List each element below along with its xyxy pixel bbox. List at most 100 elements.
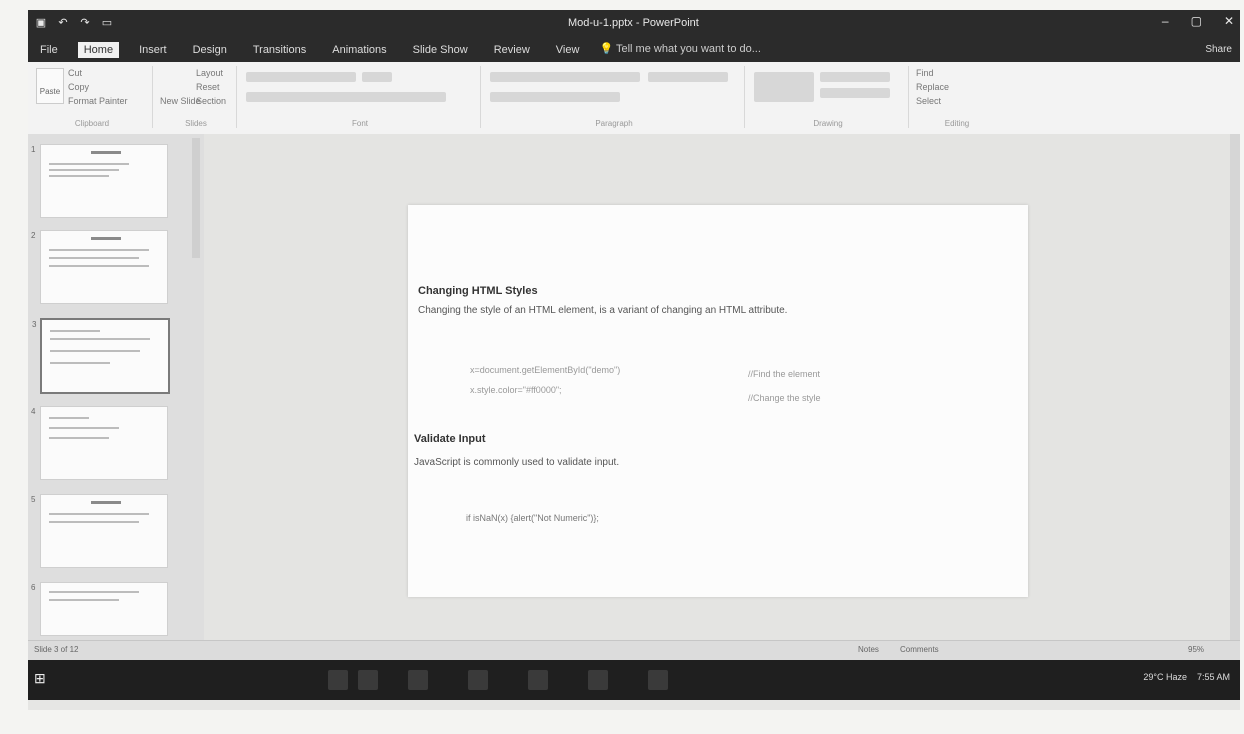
app-icon[interactable] xyxy=(648,670,668,690)
find-button[interactable]: Find xyxy=(916,68,934,78)
paste-button[interactable]: Paste xyxy=(36,68,64,104)
list-buttons[interactable] xyxy=(490,72,640,82)
tab-home[interactable]: Home xyxy=(77,42,120,58)
select-button[interactable]: Select xyxy=(916,96,941,106)
group-paragraph: Paragraph xyxy=(484,66,745,128)
tab-review[interactable]: Review xyxy=(488,42,536,58)
cut-button[interactable]: Cut xyxy=(68,68,82,78)
ribbon: Paste Cut Copy Format Painter Clipboard … xyxy=(28,62,1240,135)
slide-thumbnail-1[interactable]: 1 xyxy=(31,144,168,218)
thumb-line xyxy=(50,338,150,340)
powerpoint-icon[interactable] xyxy=(588,670,608,690)
thumb-title xyxy=(91,501,121,504)
font-size-box[interactable] xyxy=(362,72,392,82)
slide-number: 3 xyxy=(32,320,37,329)
replace-button[interactable]: Replace xyxy=(916,82,949,92)
slide-info: Slide 3 of 12 xyxy=(34,645,79,654)
save-icon[interactable]: ▣ xyxy=(34,15,48,29)
vertical-scrollbar[interactable] xyxy=(1230,134,1240,654)
code-line-3: if isNaN(x) {alert("Not Numeric")}; xyxy=(466,513,599,523)
shapes-gallery[interactable] xyxy=(754,72,814,102)
slide-thumbnails-panel: 1 2 3 4 5 6 xyxy=(28,134,205,640)
present-icon[interactable]: ▭ xyxy=(100,15,114,29)
font-format-buttons[interactable] xyxy=(246,92,446,102)
heading-changing-styles: Changing HTML Styles xyxy=(418,285,538,297)
slide-canvas[interactable]: Changing HTML Styles Changing the style … xyxy=(408,205,1028,597)
slide-thumbnail-6[interactable]: 6 xyxy=(31,582,168,636)
user-area: Share xyxy=(1205,44,1232,55)
font-name-box[interactable] xyxy=(246,72,356,82)
slide-number: 6 xyxy=(31,583,36,592)
notes-button[interactable]: Notes xyxy=(858,645,879,654)
thumb-line xyxy=(49,427,119,429)
shape-outline[interactable] xyxy=(820,88,890,98)
group-label-slides: Slides xyxy=(185,119,207,128)
tell-me-text: Tell me what you want to do... xyxy=(616,43,761,55)
slide-thumbnail-5[interactable]: 5 xyxy=(31,494,168,568)
minimize-icon[interactable]: – xyxy=(1162,14,1169,28)
ribbon-tabs-bar: File Home Insert Design Transitions Anim… xyxy=(28,38,1240,62)
tab-file[interactable]: File xyxy=(34,42,64,58)
group-font: Font xyxy=(240,66,481,128)
thumb-line xyxy=(49,249,149,251)
weather-status[interactable]: 29°C Haze xyxy=(1143,672,1187,682)
code-line-2: x.style.color="#ff0000"; xyxy=(470,385,562,395)
reset-button[interactable]: Reset xyxy=(196,82,220,92)
windows-start-icon[interactable]: ⊞ xyxy=(34,670,54,690)
tab-transitions[interactable]: Transitions xyxy=(247,42,312,58)
section-button[interactable]: Section xyxy=(196,96,226,106)
shape-fill[interactable] xyxy=(820,72,890,82)
group-label-font: Font xyxy=(351,119,368,128)
close-icon[interactable]: ✕ xyxy=(1224,14,1234,28)
thumb-line xyxy=(49,163,129,165)
file-explorer-icon[interactable] xyxy=(408,670,428,690)
slide-number: 4 xyxy=(31,407,36,416)
copy-button[interactable]: Copy xyxy=(68,82,89,92)
tab-design[interactable]: Design xyxy=(187,42,233,58)
task-view-icon[interactable] xyxy=(358,670,378,690)
maximize-icon[interactable]: ▢ xyxy=(1191,14,1202,28)
status-bar: Slide 3 of 12 Notes Comments 95% xyxy=(28,640,1240,661)
slide-thumbnail-4[interactable]: 4 xyxy=(31,406,168,480)
slide-number: 1 xyxy=(31,145,36,154)
undo-icon[interactable]: ↶ xyxy=(56,15,70,29)
system-tray: 29°C Haze 7:55 AM xyxy=(1143,672,1230,682)
slide-number: 5 xyxy=(31,495,36,504)
thumbnails-scrollbar[interactable] xyxy=(192,138,200,258)
slide-thumbnail-2[interactable]: 2 xyxy=(31,230,168,304)
code-comment-2: //Change the style xyxy=(748,393,821,403)
thumb-line xyxy=(49,513,149,515)
tab-view[interactable]: View xyxy=(550,42,586,58)
align-buttons[interactable] xyxy=(490,92,620,102)
group-label-drawing: Drawing xyxy=(813,119,843,128)
thumb-line xyxy=(49,169,119,171)
tab-slide-show[interactable]: Slide Show xyxy=(407,42,474,58)
quick-access-toolbar: ▣ ↶ ↷ ▭ xyxy=(34,15,114,29)
text-validate-input: JavaScript is commonly used to validate … xyxy=(414,457,620,468)
thumb-line xyxy=(49,521,139,523)
share-button[interactable]: Share xyxy=(1205,44,1232,55)
slide-thumbnail-3[interactable]: 3 xyxy=(32,318,170,394)
tell-me-box[interactable]: 💡 Tell me what you want to do... xyxy=(599,42,760,58)
group-slides: New Slide Layout Reset Section Slides xyxy=(156,66,237,128)
new-slide-button[interactable]: New Slide xyxy=(160,96,201,106)
slide-number: 2 xyxy=(31,231,36,240)
format-painter-button[interactable]: Format Painter xyxy=(68,96,128,106)
thumb-line xyxy=(49,257,139,259)
window-controls: – ▢ ✕ xyxy=(1162,14,1234,28)
clock[interactable]: 7:55 AM xyxy=(1197,672,1230,682)
zoom-level[interactable]: 95% xyxy=(1188,645,1204,654)
thumb-line xyxy=(49,599,119,601)
comments-button[interactable]: Comments xyxy=(900,645,939,654)
thumb-line xyxy=(49,265,149,267)
tab-animations[interactable]: Animations xyxy=(326,42,392,58)
layout-button[interactable]: Layout xyxy=(196,68,223,78)
text-direction[interactable] xyxy=(648,72,728,82)
thumb-line xyxy=(49,591,139,593)
search-icon[interactable] xyxy=(328,670,348,690)
thumb-line xyxy=(50,350,140,352)
app-icon[interactable] xyxy=(528,670,548,690)
tab-insert[interactable]: Insert xyxy=(133,42,173,58)
redo-icon[interactable]: ↷ xyxy=(78,15,92,29)
browser-icon[interactable] xyxy=(468,670,488,690)
